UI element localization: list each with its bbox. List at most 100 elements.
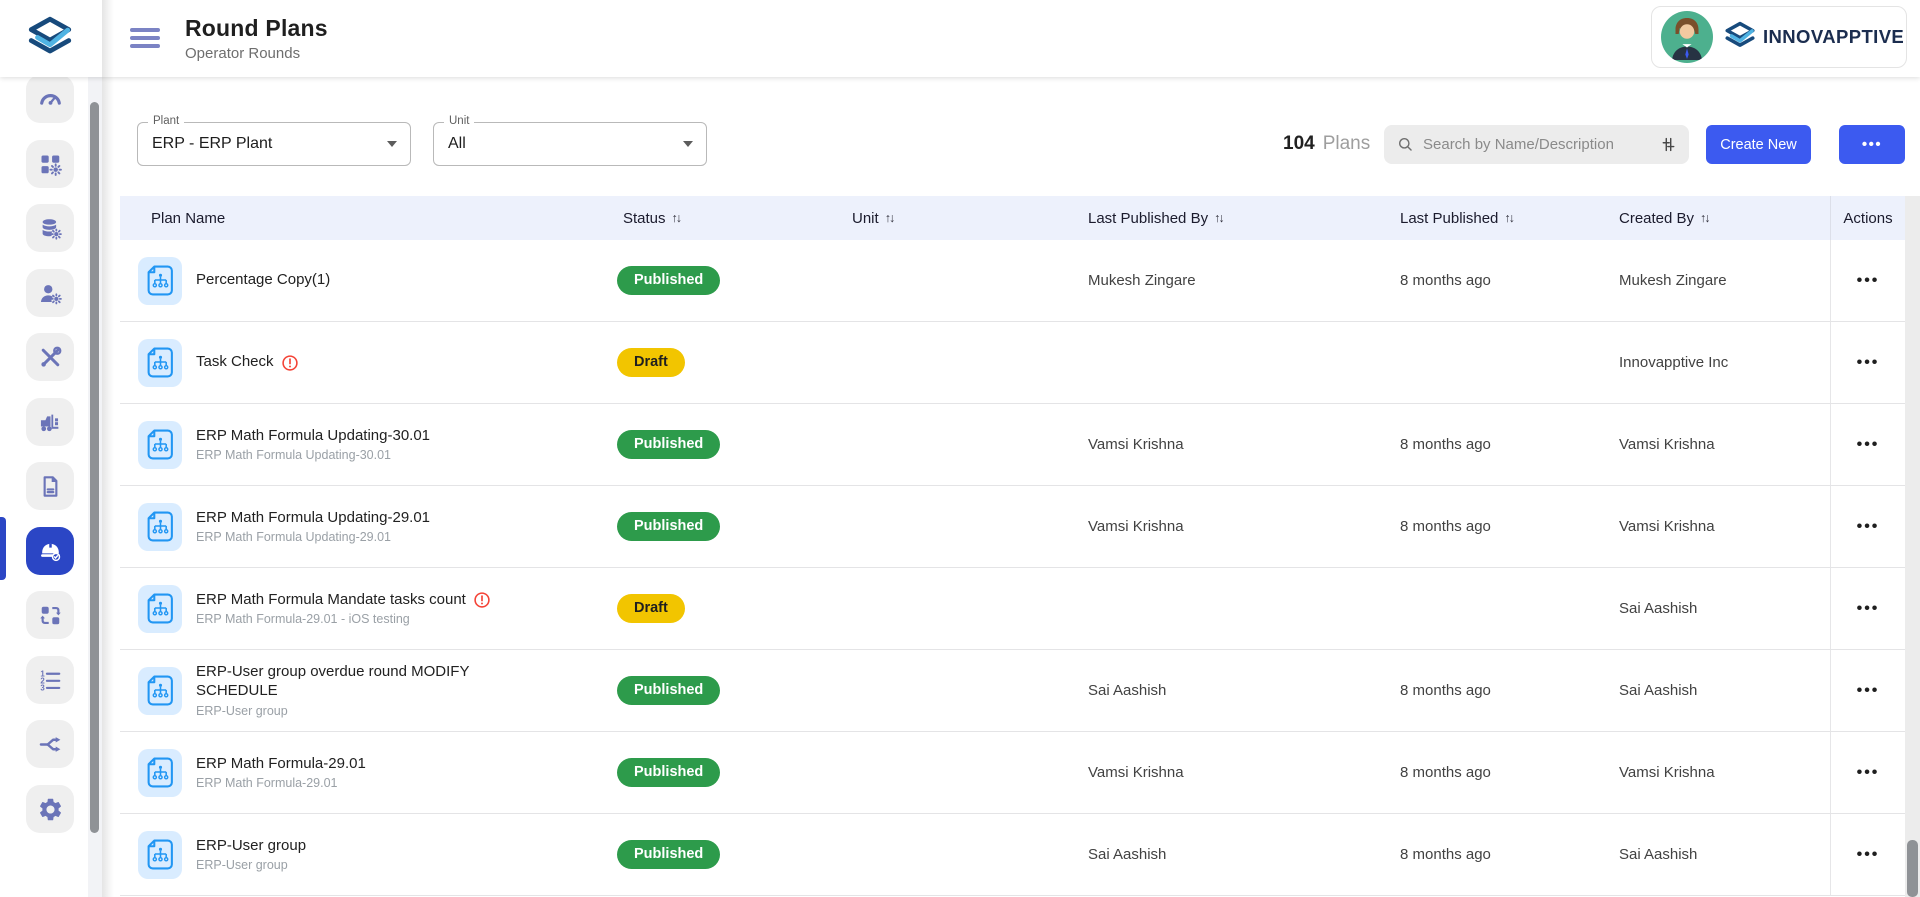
row-actions-button[interactable]: ••• bbox=[1857, 764, 1880, 782]
sidebar-item-maintenance[interactable] bbox=[26, 333, 74, 381]
sidebar-item-dashboard[interactable] bbox=[26, 75, 74, 123]
sidebar-item-apps[interactable] bbox=[26, 140, 74, 188]
active-nav-indicator bbox=[0, 517, 6, 580]
unit-cell bbox=[844, 568, 1080, 649]
sidebar-item-sync[interactable] bbox=[26, 591, 74, 639]
column-header-actions: Actions bbox=[1830, 196, 1905, 240]
plan-document-icon bbox=[138, 749, 182, 797]
sidebar-item-master-data[interactable] bbox=[26, 204, 74, 252]
sync-squares-icon bbox=[37, 602, 64, 629]
create-new-button[interactable]: Create New bbox=[1706, 125, 1811, 164]
row-actions-button[interactable]: ••• bbox=[1857, 272, 1880, 290]
column-header-unit[interactable]: Unit↑↓ bbox=[844, 196, 1080, 240]
table-row[interactable]: ERP Math Formula-29.01 ERP Math Formula-… bbox=[120, 732, 1905, 814]
plan-document-icon bbox=[138, 503, 182, 551]
hardhat-icon bbox=[37, 538, 64, 565]
sidebar-item-inventory[interactable] bbox=[26, 398, 74, 446]
unit-select[interactable]: Unit All bbox=[433, 122, 707, 166]
gauge-icon bbox=[37, 86, 64, 113]
row-actions-button[interactable]: ••• bbox=[1857, 436, 1880, 454]
search-input[interactable] bbox=[1423, 136, 1651, 153]
search-icon bbox=[1396, 135, 1415, 154]
plant-select[interactable]: Plant ERP - ERP Plant bbox=[137, 122, 411, 166]
last-published-by-cell bbox=[1080, 322, 1392, 403]
plan-name: ERP-User group bbox=[196, 837, 306, 856]
actions-cell: ••• bbox=[1830, 322, 1905, 403]
column-header-last_published_by[interactable]: Last Published By↑↓ bbox=[1080, 196, 1392, 240]
row-actions-button[interactable]: ••• bbox=[1857, 354, 1880, 372]
status-badge: Published bbox=[617, 840, 720, 870]
profile-card[interactable]: INNOVAPPTIVE bbox=[1651, 6, 1907, 68]
user-avatar[interactable] bbox=[1660, 10, 1714, 64]
brand-name: INNOVAPPTIVE bbox=[1763, 26, 1904, 48]
column-header-status[interactable]: Status↑↓ bbox=[615, 196, 844, 240]
status-cell: Published bbox=[615, 814, 844, 895]
table-row[interactable]: ERP-User group ERP-User group Published … bbox=[120, 814, 1905, 896]
column-header-name: Plan Name bbox=[120, 196, 615, 240]
table-row[interactable]: Task Check Draft Innovapptive Inc ••• bbox=[120, 322, 1905, 404]
page-scrollbar-thumb[interactable] bbox=[90, 102, 99, 833]
unit-cell bbox=[844, 240, 1080, 321]
created-by-cell: Vamsi Krishna bbox=[1611, 732, 1830, 813]
table-row[interactable]: ERP Math Formula Mandate tasks count ERP… bbox=[120, 568, 1905, 650]
table-header-row: Plan NameStatus↑↓Unit↑↓Last Published By… bbox=[120, 196, 1905, 240]
unit-cell bbox=[844, 814, 1080, 895]
page-subtitle: Operator Rounds bbox=[185, 45, 328, 62]
sidebar-item-settings[interactable] bbox=[26, 785, 74, 833]
plans-count: 104 Plans bbox=[1283, 122, 1370, 166]
plan-description: ERP-User group bbox=[196, 704, 526, 718]
table-row[interactable]: ERP Math Formula Updating-30.01 ERP Math… bbox=[120, 404, 1905, 486]
last-published-cell: 8 months ago bbox=[1392, 404, 1611, 485]
toolbar-more-button[interactable]: ••• bbox=[1839, 125, 1905, 164]
table-row[interactable]: Percentage Copy(1) Published Mukesh Zing… bbox=[120, 240, 1905, 322]
created-by-cell: Mukesh Zingare bbox=[1611, 240, 1830, 321]
table-row[interactable]: ERP Math Formula Updating-29.01 ERP Math… bbox=[120, 486, 1905, 568]
plan-name-cell: Task Check bbox=[120, 322, 615, 403]
sidebar-item-operator-rounds[interactable] bbox=[26, 527, 74, 575]
document-icon bbox=[37, 473, 64, 500]
row-actions-button[interactable]: ••• bbox=[1857, 682, 1880, 700]
row-actions-button[interactable]: ••• bbox=[1857, 600, 1880, 618]
plan-document-icon bbox=[138, 421, 182, 469]
plan-name-cell: ERP Math Formula Mandate tasks count ERP… bbox=[120, 568, 615, 649]
plan-description: ERP Math Formula Updating-29.01 bbox=[196, 530, 430, 544]
plan-name: ERP Math Formula Updating-30.01 bbox=[196, 427, 430, 446]
plan-name-cell: ERP Math Formula Updating-29.01 ERP Math… bbox=[120, 486, 615, 567]
status-badge: Published bbox=[617, 676, 720, 706]
plan-name-cell: ERP-User group ERP-User group bbox=[120, 814, 615, 895]
column-header-created_by[interactable]: Created By↑↓ bbox=[1611, 196, 1830, 240]
sidebar-item-user-management[interactable] bbox=[26, 269, 74, 317]
last-published-cell: 8 months ago bbox=[1392, 650, 1611, 731]
grid-gear-icon bbox=[37, 151, 64, 178]
column-header-last_published[interactable]: Last Published↑↓ bbox=[1392, 196, 1611, 240]
table-row[interactable]: ERP-User group overdue round MODIFY SCHE… bbox=[120, 650, 1905, 732]
last-published-cell bbox=[1392, 568, 1611, 649]
menu-icon[interactable] bbox=[130, 28, 160, 49]
status-badge: Published bbox=[617, 758, 720, 788]
sort-icon: ↑↓ bbox=[1700, 211, 1709, 225]
last-published-by-cell: Sai Aashish bbox=[1080, 650, 1392, 731]
last-published-cell: 8 months ago bbox=[1392, 486, 1611, 567]
plant-select-value: ERP - ERP Plant bbox=[152, 135, 272, 153]
plan-name: ERP-User group overdue round MODIFY SCHE… bbox=[196, 663, 526, 701]
dropdown-arrow-icon bbox=[387, 141, 397, 147]
unit-select-label: Unit bbox=[444, 115, 474, 127]
actions-cell: ••• bbox=[1830, 240, 1905, 321]
created-by-cell: Sai Aashish bbox=[1611, 814, 1830, 895]
unit-cell bbox=[844, 486, 1080, 567]
split-arrows-icon bbox=[37, 731, 64, 758]
plan-name-cell: Percentage Copy(1) bbox=[120, 240, 615, 321]
sidebar-item-forms[interactable] bbox=[26, 462, 74, 510]
table-scrollbar-thumb[interactable] bbox=[1907, 840, 1918, 897]
table-body: Percentage Copy(1) Published Mukesh Zing… bbox=[120, 240, 1905, 897]
company-logo-icon bbox=[25, 14, 75, 64]
sidebar-item-sequence-list[interactable]: 123 bbox=[26, 656, 74, 704]
sidebar-item-workflows[interactable] bbox=[26, 720, 74, 768]
plan-name: Task Check bbox=[196, 353, 274, 372]
row-actions-button[interactable]: ••• bbox=[1857, 518, 1880, 536]
tune-filter-icon[interactable] bbox=[1659, 135, 1678, 154]
page-scrollbar-track bbox=[88, 77, 102, 897]
brand-mark-icon bbox=[1723, 20, 1757, 54]
column-label: Last Published By bbox=[1088, 210, 1208, 227]
row-actions-button[interactable]: ••• bbox=[1857, 846, 1880, 864]
